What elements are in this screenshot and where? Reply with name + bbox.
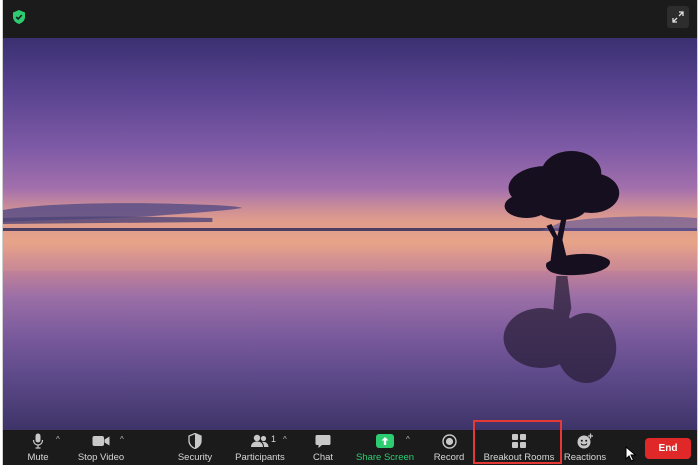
breakout-rooms-label: Breakout Rooms [483, 452, 555, 463]
breakout-rooms-button[interactable]: Breakout Rooms [481, 430, 557, 465]
shield-icon [188, 432, 202, 450]
microphone-icon [32, 432, 44, 450]
expand-icon[interactable] [667, 6, 689, 28]
meeting-window: Mute ^ Stop Video ^ Security Participant… [2, 0, 698, 465]
share-screen-label: Share Screen [355, 452, 415, 463]
mute-label: Mute [27, 452, 49, 463]
chat-label: Chat [312, 452, 334, 463]
people-icon [250, 432, 270, 450]
video-camera-icon [92, 432, 110, 450]
chat-bubble-icon [315, 432, 331, 450]
meeting-toolbar: Mute ^ Stop Video ^ Security Participant… [3, 430, 697, 465]
share-screen-icon [376, 432, 394, 450]
emoji-plus-icon [576, 432, 594, 450]
share-options-chevron-up-icon[interactable]: ^ [406, 436, 410, 444]
grid-icon [512, 432, 526, 450]
end-meeting-button[interactable]: End [645, 438, 691, 459]
record-label: Record [433, 452, 465, 463]
reactions-label: Reactions [563, 452, 607, 463]
video-feed [3, 38, 697, 430]
record-icon [441, 432, 457, 450]
participants-options-chevron-up-icon[interactable]: ^ [283, 436, 287, 444]
landscape-image [3, 151, 697, 383]
participants-count: 1 [271, 434, 277, 444]
chat-button[interactable]: Chat [307, 430, 339, 465]
participants-label: Participants [235, 452, 285, 463]
video-options-chevron-up-icon[interactable]: ^ [120, 436, 124, 444]
mute-button[interactable]: Mute [21, 430, 55, 465]
mouse-cursor-icon [625, 445, 637, 462]
stop-video-label: Stop Video [77, 452, 125, 463]
reactions-button[interactable]: Reactions [563, 430, 607, 465]
top-bar [3, 0, 697, 38]
mute-options-chevron-up-icon[interactable]: ^ [56, 436, 60, 444]
security-button[interactable]: Security [175, 430, 215, 465]
participants-button[interactable]: Participants [233, 430, 287, 465]
shield-check-icon[interactable] [13, 10, 25, 24]
security-label: Security [177, 452, 213, 463]
record-button[interactable]: Record [431, 430, 467, 465]
